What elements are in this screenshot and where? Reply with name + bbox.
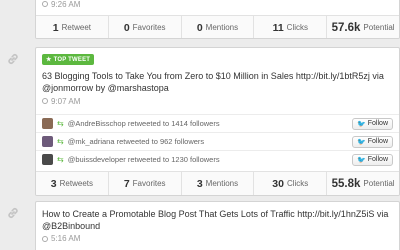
follow-button[interactable]: 🐦 Follow (352, 135, 393, 148)
stat-mentions[interactable]: 0 Mentions (182, 16, 255, 38)
tweet-time: 9:07 AM (36, 94, 399, 108)
stats-bar: 3 Retweets 7 Favorites 3 Mentions 30 Clicks … (36, 171, 399, 195)
stat-mentions[interactable]: 3 Mentions (182, 172, 255, 195)
top-tweet-badge: ★ TOP TWEET (42, 54, 95, 65)
stat-favorites[interactable]: 0 Favorites (109, 16, 182, 38)
link-icon[interactable] (6, 52, 20, 66)
twitter-bird-icon: 🐦 (357, 156, 366, 164)
stat-clicks[interactable]: 11 Clicks (254, 16, 328, 38)
stat-clicks[interactable]: 30 Clicks (254, 172, 328, 195)
stats-bar: 1 Retweet 0 Favorites 0 Mentions 11 Clicks 5… (36, 15, 399, 38)
clock-icon (42, 235, 48, 242)
tweet-card: How to Create a Promotable Blog Post Tha… (35, 201, 400, 250)
clock-icon (42, 1, 48, 7)
user-handle[interactable]: @AndreBisschop (68, 119, 126, 128)
star-icon: ★ (46, 57, 52, 63)
clock-icon (42, 98, 48, 104)
retweet-icon: ⇆ (57, 155, 64, 164)
twitter-bird-icon: 🐦 (357, 120, 366, 128)
stat-retweets[interactable]: 3 Retweets (36, 172, 109, 195)
stat-retweets[interactable]: 1 Retweet (36, 16, 109, 38)
user-handle[interactable]: @buissdeveloper (68, 155, 126, 164)
retweet-icon: ⇆ (57, 119, 64, 128)
retweet-row: ⇆ @AndreBisschop retweeted to 1414 follo… (36, 114, 399, 132)
tweet-card: 9:26 AM 1 Retweet 0 Favorites 0 Mentions 11… (35, 0, 400, 39)
retweet-icon: ⇆ (57, 137, 64, 146)
tweet-text: 63 Blogging Tools to Take You from Zero … (42, 71, 384, 93)
tweet-text: How to Create a Promotable Blog Post Tha… (42, 209, 389, 231)
avatar[interactable] (42, 118, 53, 129)
link-icon[interactable] (6, 206, 20, 220)
stat-favorites[interactable]: 7 Favorites (109, 172, 182, 195)
twitter-bird-icon: 🐦 (357, 138, 366, 146)
follow-button[interactable]: 🐦 Follow (352, 153, 393, 166)
stat-potential[interactable]: 57.6k Potential (327, 16, 399, 38)
stat-potential[interactable]: 55.8k Potential (327, 172, 399, 195)
avatar[interactable] (42, 154, 53, 165)
tweet-card-top: ★ TOP TWEET 63 Blogging Tools to Take Yo… (35, 47, 400, 196)
page: 9:26 AM 1 Retweet 0 Favorites 0 Mentions 11… (0, 0, 400, 250)
tweet-time: 5:16 AM (36, 232, 399, 245)
follow-button[interactable]: 🐦 Follow (352, 117, 393, 130)
user-handle[interactable]: @mk_adriana (68, 137, 115, 146)
retweet-row: ⇆ @buissdeveloper retweeted to 1230 foll… (36, 150, 399, 168)
avatar[interactable] (42, 136, 53, 147)
retweet-row: ⇆ @mk_adriana retweeted to 962 followers… (36, 132, 399, 150)
tweet-time: 9:26 AM (36, 0, 399, 15)
